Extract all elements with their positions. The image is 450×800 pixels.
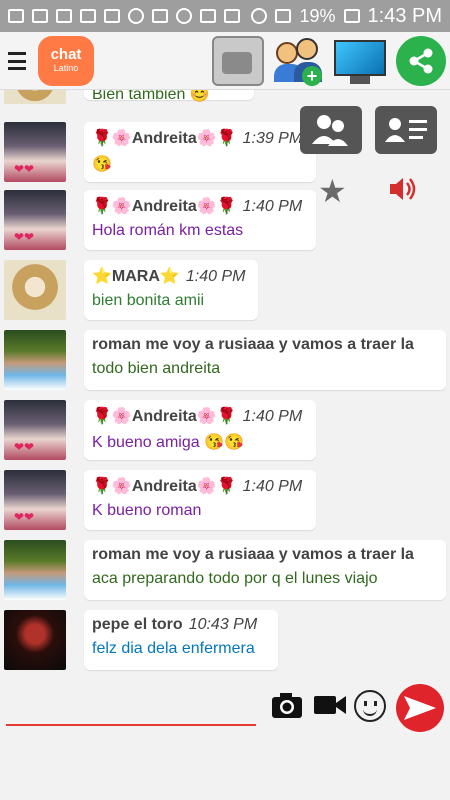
message-bubble: ⭐MARA⭐ 1:40 PM bien bonita amii (84, 260, 258, 320)
tv-status-icon (152, 9, 168, 23)
avatar[interactable] (4, 470, 66, 530)
add-contact-icon[interactable]: + (272, 36, 324, 86)
message-composer (0, 680, 450, 740)
avatar[interactable] (4, 400, 66, 460)
flag-icon (176, 8, 192, 24)
message-bubble: Bien también 😊 (84, 90, 254, 103)
message-bubble: roman me voy a rusiaaa y vamos a traer l… (84, 540, 446, 600)
contact-card-icon[interactable] (375, 106, 437, 154)
notification-icon (8, 9, 24, 23)
logo-sub: Latino (53, 63, 79, 73)
status-icons (8, 8, 251, 24)
message-text: aca preparando todo por q el lunes viajo (92, 570, 378, 587)
photo-icon (32, 9, 48, 23)
message-text: 😘 (92, 156, 112, 173)
star-icon[interactable]: ★ (318, 172, 347, 210)
share-icon[interactable] (396, 36, 446, 86)
app-logo[interactable]: chat Latino (38, 36, 94, 86)
wifi-icon (251, 8, 268, 24)
message-text: Bien también 😊 (92, 90, 210, 103)
avatar[interactable] (4, 610, 66, 670)
message-text: K bueno roman (92, 502, 202, 519)
message-text: bien bonita amii (92, 292, 205, 309)
message-author: pepe el toro 10:43 PM (92, 616, 258, 633)
battery-icon (343, 9, 360, 23)
message-time: 1:40 PM (242, 408, 303, 425)
message-author: roman me voy a rusiaaa y vamos a traer l… (92, 336, 414, 353)
status-right: 19% 1:43 PM (251, 5, 442, 28)
message-time: 10:43 PM (188, 616, 258, 633)
video-icon[interactable] (312, 690, 348, 720)
news-icon (104, 9, 120, 23)
message-text: todo bien andreita (92, 360, 221, 377)
message-time: 1:39 PM (242, 130, 303, 147)
avatar[interactable] (4, 540, 66, 600)
message-time: 1:40 PM (242, 478, 303, 495)
clock: 1:43 PM (367, 4, 442, 27)
logo-text: chat (50, 46, 82, 63)
download-icon (224, 9, 240, 23)
message-bubble: 🌹🌸Andreita🌸🌹 1:39 PM 😘 (84, 122, 316, 182)
mail-icon (56, 9, 72, 23)
message-bubble: 🌹🌸Andreita🌸🌹 1:40 PM Hola román km estas (84, 190, 316, 250)
avatar[interactable] (4, 330, 66, 390)
message-text: felz dia dela enfermera (92, 640, 255, 657)
battery-percent: 19% (299, 5, 336, 26)
message-author: 🌹🌸Andreita🌸🌹 1:40 PM (92, 408, 303, 425)
avatar[interactable] (4, 122, 66, 182)
emoji-icon[interactable] (354, 690, 386, 722)
message-author: 🌹🌸Andreita🌸🌹 1:40 PM (92, 198, 303, 215)
camera-icon[interactable] (270, 690, 304, 720)
message-bubble: roman me voy a rusiaaa y vamos a traer l… (84, 330, 446, 390)
voicemail-icon (80, 9, 96, 23)
message-text: Hola román km estas (92, 222, 244, 239)
message-author: 🌹🌸Andreita🌸🌹 1:40 PM (92, 478, 303, 495)
message-bubble: 🌹🌸Andreita🌸🌹 1:40 PM K bueno roman (84, 470, 316, 530)
menu-icon[interactable] (8, 52, 26, 70)
message-author: roman me voy a rusiaaa y vamos a traer l… (92, 546, 414, 563)
avatar[interactable] (4, 260, 66, 320)
message-author: ⭐MARA⭐ 1:40 PM (92, 268, 246, 285)
tv-icon[interactable] (332, 36, 388, 86)
chat-messages[interactable]: Bien también 😊 🌹🌸Andreita🌸🌹1:39 PM 😘 🌹🌸A… (0, 90, 450, 678)
send-icon[interactable] (396, 684, 444, 732)
group-icon[interactable] (300, 106, 362, 154)
speaker-icon[interactable] (386, 172, 420, 206)
message-time: 1:40 PM (185, 268, 246, 285)
signal-icon (275, 9, 292, 23)
message-author: 🌹🌸Andreita🌸🌹 1:39 PM (92, 130, 303, 147)
status-bar: 19% 1:43 PM (0, 0, 450, 32)
message-bubble: 🌹🌸Andreita🌸🌹 1:40 PM K bueno amiga 😘😘 (84, 400, 316, 460)
message-input[interactable] (6, 700, 256, 726)
app-header: chat Latino + (0, 32, 450, 90)
image-status-icon (200, 9, 216, 23)
keyboard-area (0, 740, 450, 800)
info-icon (128, 8, 144, 24)
avatar[interactable] (4, 190, 66, 250)
message-bubble: pepe el toro 10:43 PM felz dia dela enfer… (84, 610, 278, 670)
radio-icon[interactable] (212, 36, 264, 86)
message-time: 1:40 PM (242, 198, 303, 215)
message-text: K bueno amiga 😘😘 (92, 434, 244, 451)
avatar[interactable] (4, 90, 66, 104)
